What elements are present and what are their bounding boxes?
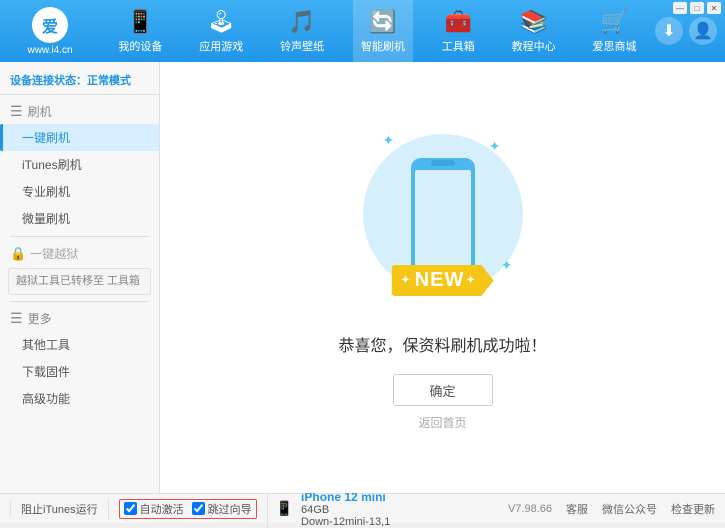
- back-home-link[interactable]: 返回首页: [418, 414, 466, 431]
- logo: 爱 www.i4.cn: [0, 0, 100, 62]
- top-bar: — □ ✕ 爱 www.i4.cn 📱 我的设备 🕹 应用游戏 🎵 铃声壁纸 🔄…: [0, 0, 725, 62]
- version-info: V7.98.66: [508, 503, 552, 515]
- maximize-button[interactable]: □: [690, 2, 704, 14]
- device-status: 设备连接状态：正常模式: [0, 68, 159, 95]
- nav-tutorial[interactable]: 📚 教程中心: [504, 0, 564, 62]
- device-phone-icon: 📱: [276, 500, 293, 517]
- sparkle-3: ✦: [501, 257, 513, 274]
- nav-store-label: 爱思商城: [592, 38, 636, 54]
- download-button[interactable]: ⬇: [655, 17, 683, 45]
- nav-smart-flash[interactable]: 🔄 智能刷机: [353, 0, 413, 62]
- bottom-right: V7.98.66 客服 微信公众号 检查更新: [498, 501, 725, 517]
- new-badge: NEW: [391, 265, 493, 296]
- smart-flash-icon: 🔄: [369, 9, 396, 35]
- nav-tutorial-label: 教程中心: [512, 38, 556, 54]
- logo-circle: 爱: [32, 7, 68, 43]
- more-section-icon: ☰: [10, 310, 23, 327]
- jailbreak-info: 越狱工具已转移至 工具箱: [8, 268, 151, 295]
- device-model: Down-12mini-13,1: [301, 516, 390, 528]
- bottom-left: 阻止iTunes运行 自动激活 跳过向导 📱 iPhone 12 mini 64…: [0, 490, 498, 528]
- sidebar-item-pro-flash[interactable]: 专业刷机: [0, 178, 159, 205]
- apps-games-icon: 🕹: [207, 9, 235, 35]
- phone-illustration: ✦ ✦ ✦ NEW: [363, 124, 523, 314]
- device-storage: 64GB: [301, 504, 390, 516]
- nav-wallpaper[interactable]: 🎵 铃声壁纸: [272, 0, 332, 62]
- wallpaper-icon: 🎵: [288, 9, 315, 35]
- content-area: ✦ ✦ ✦ NEW 恭喜您，保资料刷机成功啦！ 确定 返回首页: [160, 62, 725, 493]
- toolbox-icon: 🧰: [445, 9, 472, 35]
- auto-launch-checkbox[interactable]: 自动激活: [124, 501, 184, 517]
- device-info: iPhone 12 mini 64GB Down-12mini-13,1: [301, 490, 400, 528]
- main-layout: 设备连接状态：正常模式 ☰ 刷机 一键刷机 iTunes刷机 专业刷机 微量刷机…: [0, 62, 725, 493]
- account-button[interactable]: 👤: [689, 17, 717, 45]
- close-button[interactable]: ✕: [707, 2, 721, 14]
- logo-text: www.i4.cn: [27, 45, 72, 56]
- wechat-link[interactable]: 微信公众号: [602, 501, 657, 517]
- my-device-icon: 📱: [127, 9, 154, 35]
- stop-itunes[interactable]: 阻止iTunes运行: [10, 501, 98, 517]
- skip-wizard-input[interactable]: [192, 502, 205, 515]
- checkbox-outline-box: 自动激活 跳过向导: [119, 499, 257, 519]
- nav-toolbox[interactable]: 🧰 工具箱: [434, 0, 483, 62]
- auto-launch-input[interactable]: [124, 502, 137, 515]
- sidebar-item-advanced[interactable]: 高级功能: [0, 385, 159, 412]
- confirm-button[interactable]: 确定: [393, 374, 493, 406]
- sidebar-item-itunes-flash[interactable]: iTunes刷机: [0, 151, 159, 178]
- tutorial-icon: 📚: [520, 9, 547, 35]
- sidebar-item-download-fw[interactable]: 下载固件: [0, 358, 159, 385]
- more-section-title: ☰ 更多: [0, 306, 159, 331]
- sidebar-divider-2: [10, 301, 149, 302]
- window-controls: — □ ✕: [673, 2, 721, 14]
- sparkle-2: ✦: [489, 138, 501, 155]
- sparkle-1: ✦: [383, 132, 395, 149]
- flash-section-title: ☰ 刷机: [0, 99, 159, 124]
- nav-apps-games-label: 应用游戏: [199, 38, 243, 54]
- nav-apps-games[interactable]: 🕹 应用游戏: [191, 0, 251, 62]
- nav-toolbox-label: 工具箱: [442, 38, 475, 54]
- success-text: 恭喜您，保资料刷机成功啦！: [338, 332, 546, 356]
- jailbreak-section[interactable]: 🔒 一键越狱: [0, 241, 159, 266]
- flash-section-icon: ☰: [10, 103, 23, 120]
- nav-smart-flash-label: 智能刷机: [361, 38, 405, 54]
- illustration: ✦ ✦ ✦ NEW: [363, 124, 523, 314]
- nav-wallpaper-label: 铃声壁纸: [280, 38, 324, 54]
- sidebar-item-one-key-flash[interactable]: 一键刷机: [0, 124, 159, 151]
- nav-my-device-label: 我的设备: [118, 38, 162, 54]
- sidebar-divider-1: [10, 236, 149, 237]
- nav-right: ⬇ 👤: [655, 17, 725, 45]
- minimize-button[interactable]: —: [673, 2, 687, 14]
- new-banner-text: NEW: [391, 265, 493, 296]
- device-section: 📱 iPhone 12 mini 64GB Down-12mini-13,1: [267, 490, 401, 528]
- nav-store[interactable]: 🛒 爱思商城: [584, 0, 644, 62]
- sidebar-item-other-tools[interactable]: 其他工具: [0, 331, 159, 358]
- sidebar-item-micro-flash[interactable]: 微量刷机: [0, 205, 159, 232]
- skip-wizard-checkbox[interactable]: 跳过向导: [192, 501, 252, 517]
- bottom-bar: 阻止iTunes运行 自动激活 跳过向导 📱 iPhone 12 mini 64…: [0, 493, 725, 523]
- sidebar: 设备连接状态：正常模式 ☰ 刷机 一键刷机 iTunes刷机 专业刷机 微量刷机…: [0, 62, 160, 493]
- nav-my-device[interactable]: 📱 我的设备: [110, 0, 170, 62]
- nav-bar: 📱 我的设备 🕹 应用游戏 🎵 铃声壁纸 🔄 智能刷机 🧰 工具箱 📚 教程中心…: [100, 0, 655, 62]
- update-link[interactable]: 检查更新: [671, 501, 715, 517]
- lock-icon: 🔒: [10, 246, 26, 262]
- service-link[interactable]: 客服: [566, 501, 588, 517]
- store-icon: 🛒: [601, 9, 628, 35]
